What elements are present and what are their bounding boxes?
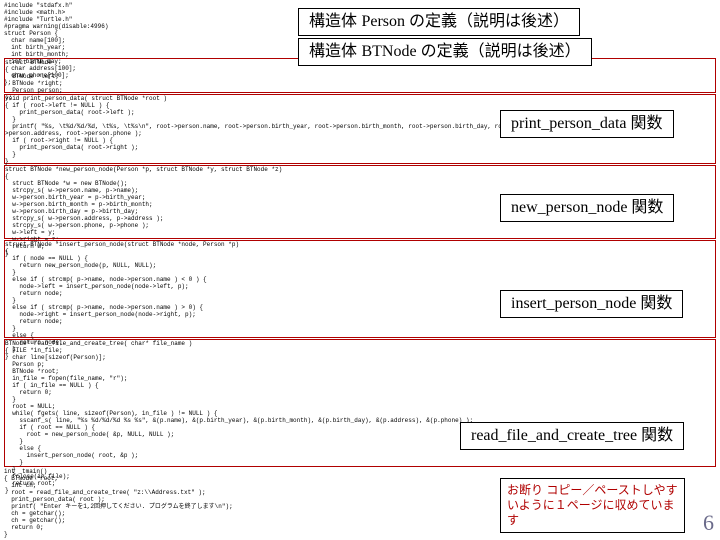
callout-text-eng: BTNode [361, 43, 420, 60]
callout-btnode-struct: 構造体 BTNode の定義（説明は後述） [298, 38, 592, 66]
callout-read-file-and-create-tree: read_file_and_create_tree 関数 [460, 422, 684, 450]
callout-text-eng: new_person_node [511, 199, 631, 216]
callout-text: の定義（説明は後述） [421, 43, 581, 60]
callout-text: 関数 [631, 115, 663, 132]
callout-text-eng: insert_person_node [511, 295, 640, 312]
callout-text: 構造体 [309, 43, 361, 60]
code-insert-person: struct BTNode *insert_person_node(struct… [4, 240, 716, 338]
callout-new-person-node: new_person_node 関数 [500, 194, 674, 222]
page-number: 6 [703, 510, 714, 536]
note-text: お断り コピー／ペーストしやすいように１ページに収めています [507, 483, 678, 527]
callout-text-eng: read_file_and_create_tree [471, 427, 641, 444]
callout-text: 関数 [641, 427, 673, 444]
callout-text: 関数 [640, 295, 672, 312]
note-box: お断り コピー／ペーストしやすいように１ページに収めています [500, 478, 685, 533]
callout-person-struct: 構造体 Person の定義（説明は後述） [298, 8, 580, 36]
callout-text: 関数 [631, 199, 663, 216]
callout-text-eng: print_person_data [511, 115, 631, 132]
callout-text: の定義（説明は後述） [409, 13, 569, 30]
callout-text: 構造体 [309, 13, 361, 30]
callout-text-eng: Person [361, 13, 409, 30]
callout-insert-person-node: insert_person_node 関数 [500, 290, 683, 318]
callout-print-person-data: print_person_data 関数 [500, 110, 674, 138]
